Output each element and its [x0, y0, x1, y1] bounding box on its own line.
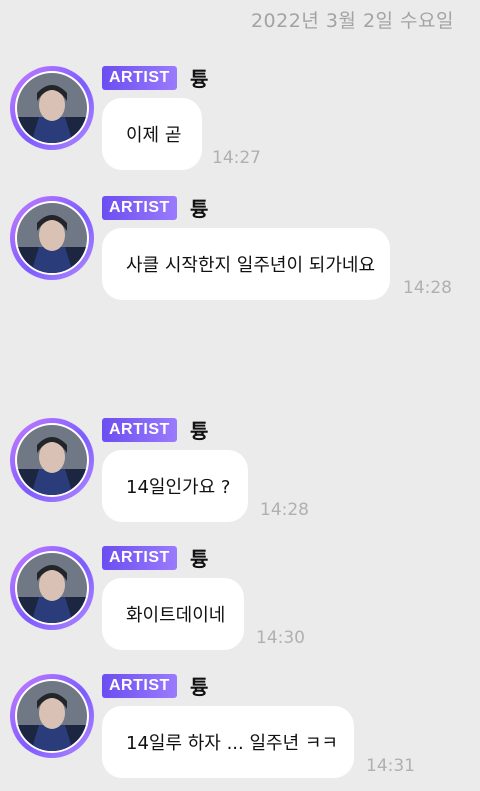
- avatar-photo-icon: [17, 73, 87, 143]
- avatar[interactable]: [10, 546, 94, 630]
- message-bubble[interactable]: 14일루 하자 ... 일주년 ㅋㅋ: [102, 706, 354, 778]
- avatar[interactable]: [10, 196, 94, 280]
- sender-name: 튱: [190, 197, 209, 221]
- artist-badge: ARTIST: [102, 66, 177, 90]
- sender-name: 튱: [190, 547, 209, 571]
- avatar[interactable]: [10, 418, 94, 502]
- artist-badge: ARTIST: [102, 674, 177, 698]
- avatar[interactable]: [10, 674, 94, 758]
- message-bubble[interactable]: 14일인가요 ?: [102, 450, 248, 522]
- avatar-photo-icon: [17, 553, 87, 623]
- artist-badge: ARTIST: [102, 196, 177, 220]
- message-text: 화이트데이네: [126, 605, 226, 626]
- message-time: 14:27: [212, 148, 261, 168]
- message-bubble[interactable]: 화이트데이네: [102, 578, 244, 650]
- sender-name: 튱: [190, 419, 209, 443]
- message-text: 14일루 하자 ... 일주년 ㅋㅋ: [126, 733, 338, 754]
- avatar[interactable]: [10, 66, 94, 150]
- message-time: 14:30: [256, 628, 305, 648]
- date-header: 2022년 3월 2일 수요일: [250, 10, 454, 32]
- message-time: 14:31: [366, 756, 415, 776]
- message-bubble[interactable]: 사클 시작한지 일주년이 되가네요: [102, 228, 390, 300]
- artist-badge: ARTIST: [102, 418, 177, 442]
- message-text: 14일인가요 ?: [126, 477, 231, 498]
- message-bubble[interactable]: 이제 곧: [102, 98, 202, 170]
- message-text: 이제 곧: [126, 125, 182, 146]
- avatar-photo-icon: [17, 425, 87, 495]
- sender-name: 튱: [190, 67, 209, 91]
- sender-name: 튱: [190, 675, 209, 699]
- message-time: 14:28: [260, 500, 309, 520]
- message-time: 14:28: [403, 278, 452, 298]
- message-text: 사클 시작한지 일주년이 되가네요: [126, 255, 376, 276]
- avatar-photo-icon: [17, 203, 87, 273]
- avatar-photo-icon: [17, 681, 87, 751]
- artist-badge: ARTIST: [102, 546, 177, 570]
